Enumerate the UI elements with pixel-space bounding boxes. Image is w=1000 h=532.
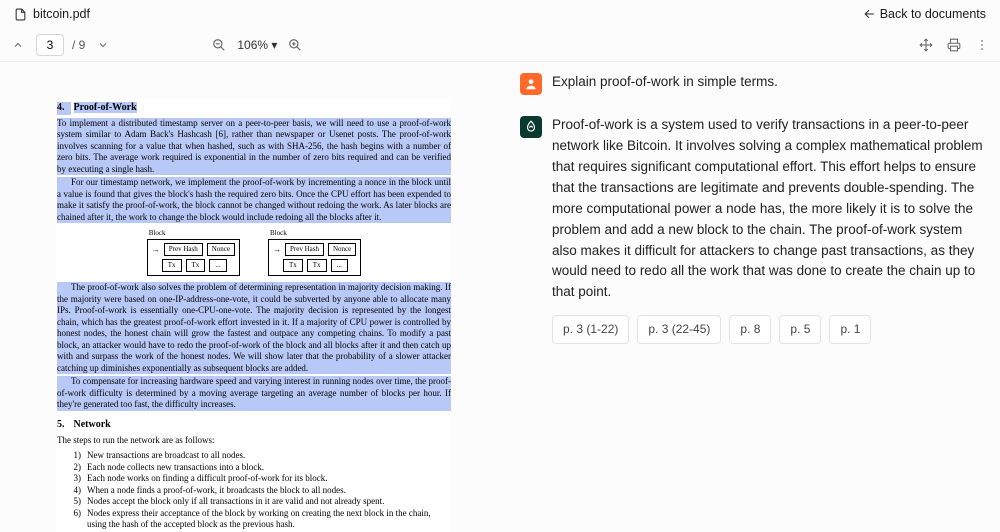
file-name: bitcoin.pdf	[33, 7, 90, 21]
section-4-paragraph-4: To compensate for increasing hardware sp…	[57, 376, 451, 411]
dots-cell: ...	[331, 259, 348, 272]
ref-chip[interactable]: p. 8	[729, 315, 771, 344]
zoom-out-button[interactable]	[209, 35, 229, 55]
print-button[interactable]	[944, 35, 964, 55]
ai-message: Proof-of-work is a system used to verify…	[520, 115, 984, 344]
network-intro: The steps to run the network are as foll…	[57, 435, 451, 447]
file-icon	[14, 7, 27, 22]
reference-chips: p. 3 (1-22) p. 3 (22-45) p. 8 p. 5 p. 1	[552, 315, 984, 344]
back-arrow-icon	[863, 8, 876, 21]
section-4-paragraph-2: For our timestamp network, we implement …	[57, 177, 451, 223]
move-tool-button[interactable]	[916, 35, 936, 55]
user-message: Explain proof-of-work in simple terms.	[520, 72, 984, 95]
back-label: Back to documents	[880, 7, 986, 21]
document-viewer[interactable]: 4. Proof-of-Work To implement a distribu…	[0, 62, 508, 532]
more-menu-button[interactable]	[972, 35, 992, 55]
block-label: Block	[270, 229, 287, 238]
network-steps-list: 1)New transactions are broadcast to all …	[69, 450, 451, 531]
ref-chip[interactable]: p. 3 (1-22)	[552, 315, 629, 344]
section-4-heading: 4. Proof-of-Work	[57, 102, 451, 115]
ref-chip[interactable]: p. 3 (22-45)	[637, 315, 721, 344]
tx-cell: Tx	[162, 259, 182, 272]
titlebar: bitcoin.pdf Back to documents	[0, 0, 1000, 28]
section-4-paragraph-3: The proof-of-work also solves the proble…	[57, 282, 451, 374]
dots-cell: ...	[209, 259, 226, 272]
tx-cell: Tx	[186, 259, 206, 272]
block-label: Block	[149, 229, 166, 238]
page-total-label: / 9	[72, 38, 85, 52]
nonce-cell: Nonce	[328, 243, 356, 256]
tx-cell: Tx	[307, 259, 327, 272]
ai-avatar	[520, 116, 542, 138]
user-message-text: Explain proof-of-work in simple terms.	[552, 72, 984, 95]
user-avatar	[520, 73, 542, 95]
ai-message-text: Proof-of-work is a system used to verify…	[552, 115, 984, 303]
next-page-button[interactable]	[93, 35, 113, 55]
block-diagram: Block →Prev HashNonce TxTx... Block →Pre…	[57, 229, 451, 276]
section-4-paragraph-1: To implement a distributed timestamp ser…	[57, 118, 451, 176]
chat-panel: Explain proof-of-work in simple terms. P…	[508, 62, 1000, 532]
zoom-level-label[interactable]: 106% ▾	[237, 38, 277, 52]
ref-chip[interactable]: p. 5	[779, 315, 821, 344]
pdf-page: 4. Proof-of-Work To implement a distribu…	[57, 98, 451, 532]
prev-hash-cell: Prev Hash	[164, 243, 203, 256]
nonce-cell: Nonce	[207, 243, 235, 256]
prev-page-button[interactable]	[8, 35, 28, 55]
back-to-documents-link[interactable]: Back to documents	[863, 7, 986, 21]
prev-hash-cell: Prev Hash	[285, 243, 324, 256]
ref-chip[interactable]: p. 1	[829, 315, 871, 344]
section-5-heading: 5. Network	[57, 419, 451, 432]
pdf-toolbar: / 9 106% ▾	[0, 28, 1000, 62]
zoom-in-button[interactable]	[285, 35, 305, 55]
page-number-input[interactable]	[36, 34, 64, 56]
tx-cell: Tx	[283, 259, 303, 272]
